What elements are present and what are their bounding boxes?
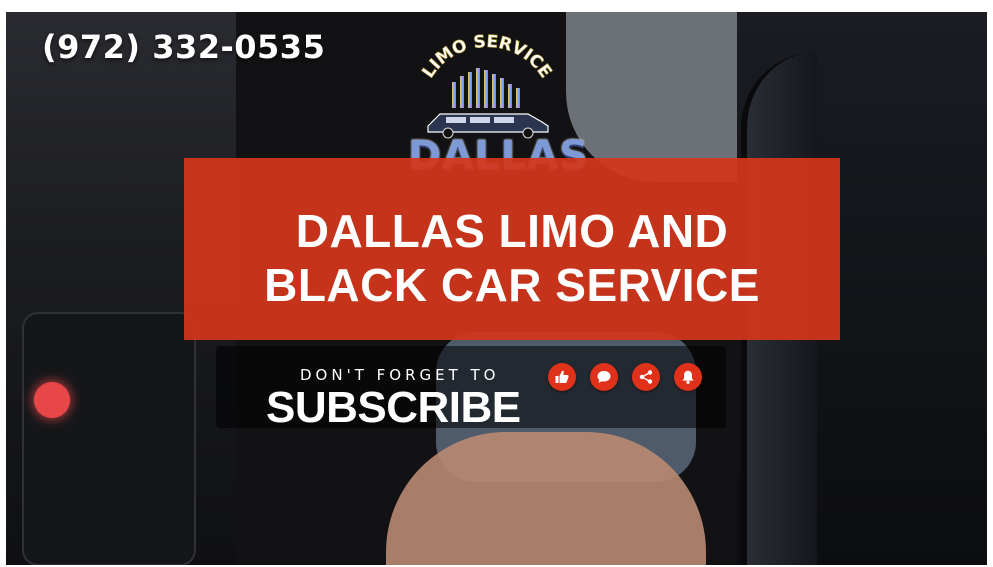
share-icon [639,370,653,384]
subscribe-reminder-text: DON'T FORGET TO [300,366,500,384]
headline-line-2: BLACK CAR SERVICE [264,259,760,311]
thumbs-up-icon [555,370,569,383]
notification-bell-button[interactable] [674,363,702,391]
share-button[interactable] [632,363,660,391]
headline-line-1: DALLAS LIMO AND [295,205,729,257]
red-light [34,382,70,418]
social-action-buttons [548,363,702,391]
equalizer-bars [452,68,520,108]
bell-icon [682,370,694,384]
comment-button[interactable] [590,363,618,391]
headline: DALLAS LIMO AND BLACK CAR SERVICE [184,204,840,312]
comment-icon [597,371,611,383]
car-seat [22,312,196,565]
subscribe-text[interactable]: SUBSCRIBE [266,383,521,433]
phone-number: (972) 332-0535 [42,28,326,66]
like-button[interactable] [548,363,576,391]
